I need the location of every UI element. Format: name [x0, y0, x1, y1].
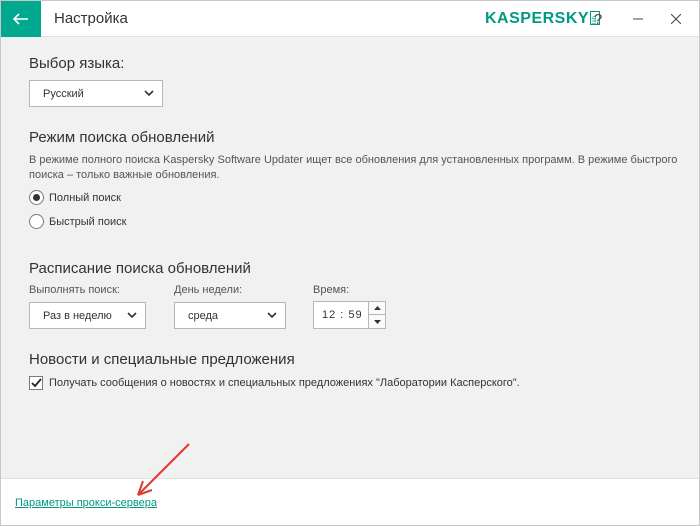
- radio-quick-search-label: Быстрый поиск: [49, 215, 127, 228]
- day-label: День недели:: [174, 284, 243, 296]
- settings-window: Настройка KASPERSKY lab ? Выбор языка: Р…: [0, 0, 700, 526]
- window-title: Настройка: [54, 10, 128, 27]
- news-checkbox[interactable]: [29, 376, 43, 390]
- news-checkbox-label: Получать сообщения о новостях и специаль…: [49, 377, 520, 389]
- language-dropdown[interactable]: Русский: [29, 80, 163, 107]
- minimize-button[interactable]: [621, 1, 655, 37]
- weekday-dropdown[interactable]: среда: [174, 302, 286, 329]
- language-selected: Русский: [43, 87, 84, 100]
- time-decrement-button[interactable]: [368, 315, 385, 328]
- caret-up-icon: [373, 306, 381, 310]
- time-input[interactable]: 12 : 59: [313, 301, 386, 329]
- radio-full-search-label: Полный поиск: [49, 191, 121, 204]
- radio-circle: [29, 214, 44, 229]
- run-frequency-selected: Раз в неделю: [43, 309, 112, 322]
- search-mode-heading: Режим поиска обновлений: [29, 129, 215, 146]
- time-label: Время:: [313, 284, 350, 296]
- news-heading: Новости и специальные предложения: [29, 351, 295, 368]
- time-value: 12 : 59: [322, 309, 363, 321]
- logo-text: KASPERSKY: [485, 10, 590, 27]
- radio-circle: [29, 190, 44, 205]
- language-heading: Выбор языка:: [29, 55, 125, 72]
- radio-dot: [33, 194, 40, 201]
- proxy-settings-link[interactable]: Параметры прокси-сервера: [15, 497, 157, 509]
- time-increment-button[interactable]: [368, 302, 385, 315]
- arrow-left-icon: [13, 13, 28, 25]
- search-mode-description: В режиме полного поиска Kaspersky Softwa…: [29, 154, 678, 181]
- news-checkbox-row[interactable]: Получать сообщения о новостях и специаль…: [29, 376, 520, 390]
- minimize-icon: [633, 18, 643, 20]
- close-button[interactable]: [659, 1, 693, 37]
- schedule-heading: Расписание поиска обновлений: [29, 260, 251, 277]
- caret-down-icon: [373, 319, 381, 324]
- footer-bar: Параметры прокси-сервера: [1, 478, 699, 525]
- close-icon: [671, 14, 681, 24]
- run-frequency-dropdown[interactable]: Раз в неделю: [29, 302, 146, 329]
- title-bar: Настройка KASPERSKY lab ?: [1, 1, 699, 37]
- chevron-down-icon: [267, 312, 277, 319]
- run-label: Выполнять поиск:: [29, 284, 120, 296]
- checkmark-icon: [30, 378, 42, 388]
- weekday-selected: среда: [188, 309, 219, 322]
- radio-full-search[interactable]: Полный поиск: [29, 190, 121, 205]
- chevron-down-icon: [127, 312, 137, 319]
- help-button[interactable]: ?: [581, 1, 615, 37]
- chevron-down-icon: [144, 90, 154, 97]
- back-button[interactable]: [1, 1, 41, 37]
- radio-quick-search[interactable]: Быстрый поиск: [29, 214, 126, 229]
